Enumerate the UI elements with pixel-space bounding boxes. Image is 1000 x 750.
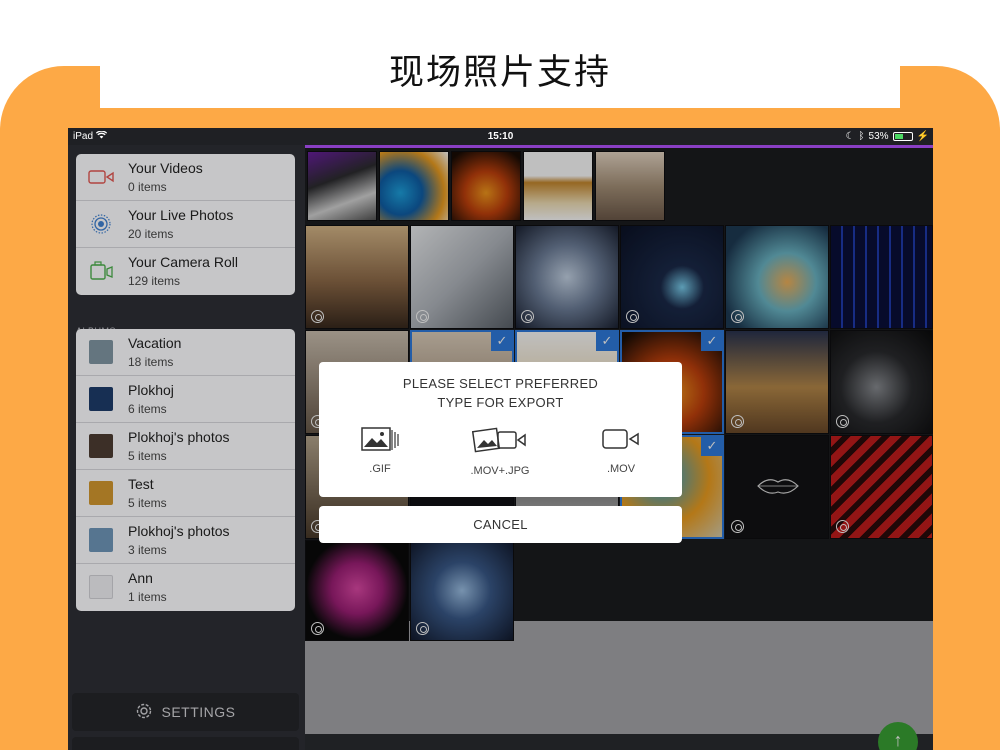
sidebar-overlay <box>68 145 305 750</box>
battery-percent: 53% <box>868 131 889 142</box>
option-label: .MOV+.JPG <box>470 465 530 477</box>
dialog-title-line1: PLEASE SELECT PREFERRED <box>402 376 599 391</box>
gif-icon <box>361 427 399 451</box>
status-bar: iPad 15:10 ☾ ᛒ 53% ⚡ <box>68 128 933 145</box>
export-option-gif[interactable]: .GIF <box>335 426 425 475</box>
headline: 现场照片支持 <box>388 53 611 93</box>
mov-icon <box>602 429 639 449</box>
status-time: 15:10 <box>487 131 514 142</box>
cancel-button[interactable]: CANCEL <box>319 506 682 543</box>
dialog-title: PLEASE SELECT PREFERRED TYPE FOR EXPORT <box>319 374 682 412</box>
battery-level <box>894 134 904 139</box>
option-label: .GIF <box>369 463 391 475</box>
export-type-dialog: PLEASE SELECT PREFERRED TYPE FOR EXPORT … <box>319 362 682 497</box>
battery-icon <box>892 132 913 141</box>
export-option-mov-jpg[interactable]: .MOV+.JPG <box>455 426 545 477</box>
headline-box: 现场照片支持 <box>100 0 900 108</box>
option-label: .MOV <box>606 463 636 475</box>
moon-icon: ☾ <box>845 131 855 142</box>
charging-icon: ⚡ <box>916 131 929 142</box>
bluetooth-icon: ᛒ <box>858 131 865 142</box>
mov-jpg-icon <box>471 427 526 453</box>
export-option-mov[interactable]: .MOV <box>576 426 666 475</box>
status-right: ☾ ᛒ 53% ⚡ <box>846 131 929 142</box>
dialog-title-line2: TYPE FOR EXPORT <box>437 395 564 410</box>
